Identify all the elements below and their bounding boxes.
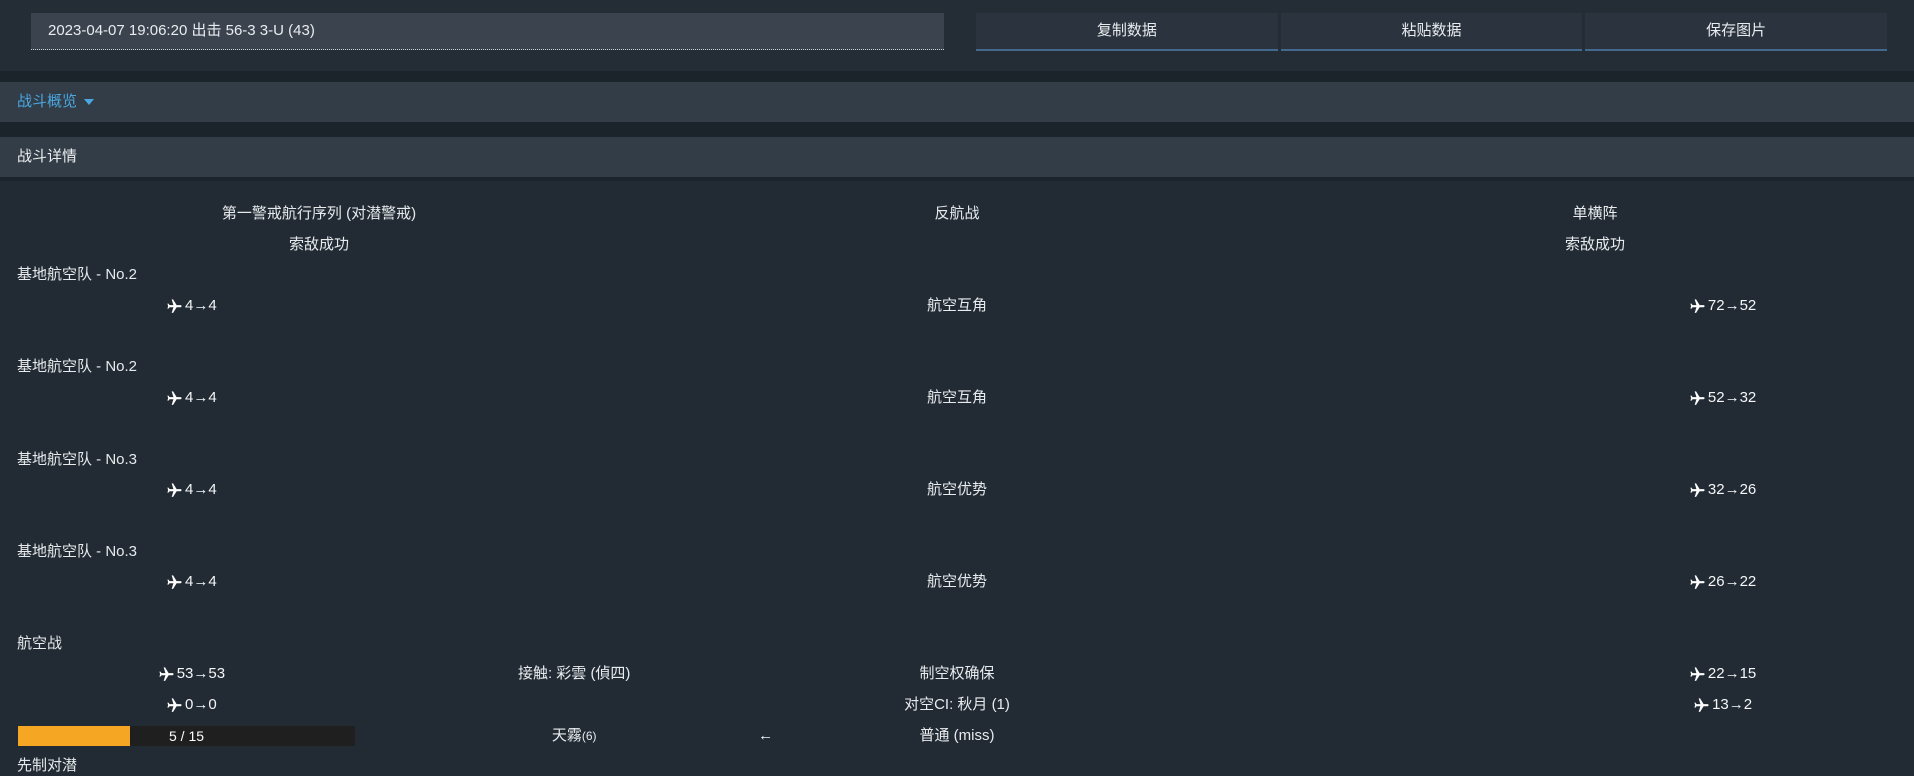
anti-air-ci: 对空CI: 秋月 (1): [904, 696, 1010, 713]
save-image-button[interactable]: 保存图片: [1585, 13, 1888, 51]
phase-title: 基地航空队 - No.3: [17, 450, 138, 468]
phase-row: 53→53 接触: 彩雲 (偵四) 制空权确保 22→15: [0, 659, 1914, 690]
enemy-plane-count: 52→32: [1707, 389, 1757, 407]
friendly-detection: 索敌成功: [288, 235, 349, 253]
plane-icon: [1690, 667, 1705, 682]
plane-icon: [167, 299, 182, 313]
plane-icon: [1690, 299, 1705, 313]
formation-header-row: 第一警戒航行序列 (对潜警戒) 反航战 单横阵: [0, 199, 1914, 230]
paste-data-button[interactable]: 粘贴数据: [1280, 13, 1583, 51]
phase-title: 先制对潜: [17, 757, 78, 775]
plane-icon: [167, 698, 182, 712]
plane-icon: [159, 667, 174, 682]
battle-detail-header: 战斗详情: [0, 137, 1914, 177]
air-battle-result: 航空互角: [926, 389, 987, 407]
copy-data-button[interactable]: 复制数据: [976, 13, 1278, 51]
toolbar: 2023-04-07 19:06:20 出击 56-3 3-U (43) 复制数…: [0, 0, 1914, 71]
phase-title: 基地航空队 - No.3: [17, 542, 138, 560]
enemy-plane-count: 72→52: [1707, 297, 1757, 315]
attack-direction-arrow: ←: [758, 726, 774, 744]
phase-title: 航空战: [17, 634, 63, 652]
plane-icon: [1690, 575, 1705, 589]
friendly-plane-count: 0→0: [185, 696, 217, 713]
enemy-plane-count: 13→2: [1712, 696, 1753, 713]
enemy-plane-count: 32→26: [1707, 481, 1757, 499]
phase-row: 0→0 对空CI: 秋月 (1) 13→2: [0, 690, 1914, 721]
phase-title: 基地航空队 - No.2: [17, 266, 138, 284]
plane-icon: [167, 575, 182, 589]
enemy-formation: 单横阵: [1572, 205, 1618, 222]
phase-row: 4→4 航空互角 72→52: [0, 291, 1914, 322]
target-index: (6): [581, 728, 597, 743]
plane-icon: [167, 391, 182, 405]
toolbar-actions: 复制数据 粘贴数据 保存图片: [976, 13, 1888, 51]
air-battle-result: 航空优势: [926, 481, 987, 499]
plane-icon: [1694, 698, 1709, 712]
battle-overview-label: 战斗概览: [17, 93, 78, 110]
plane-icon: [1690, 391, 1705, 405]
battle-overview-toggle[interactable]: 战斗概览: [0, 82, 1914, 122]
phase-row: 4→4 航空优势 26→22: [0, 567, 1914, 598]
enemy-detection: 索敌成功: [1564, 235, 1625, 253]
hp-bar-label: 5 / 15: [168, 728, 205, 745]
battle-detail-label: 战斗详情: [17, 148, 78, 165]
air-battle-result: 航空优势: [926, 573, 987, 591]
attack-row: 5 / 15 天霧(6) 普通 (miss) ←: [0, 721, 1914, 752]
enemy-plane-count: 26→22: [1707, 573, 1757, 591]
friendly-plane-count: 4→4: [185, 297, 217, 315]
attack-target: 天霧(6): [551, 726, 597, 744]
friendly-plane-count: 4→4: [185, 481, 217, 499]
friendly-plane-count: 4→4: [185, 389, 217, 407]
air-battle-result: 航空互角: [926, 297, 987, 315]
contact-info: 接触: 彩雲 (偵四): [517, 665, 631, 683]
phase-title: 基地航空队 - No.2: [17, 358, 138, 376]
enemy-plane-count: 22→15: [1707, 665, 1757, 683]
friendly-plane-count: 53→53: [176, 665, 226, 683]
plane-icon: [167, 483, 182, 497]
friendly-plane-count: 4→4: [185, 573, 217, 591]
engagement-type: 反航战: [934, 205, 980, 222]
chevron-down-icon: [84, 99, 95, 106]
phase-row: 4→4 航空优势 32→26: [0, 475, 1914, 506]
phase-row: 4→4 航空互角 52→32: [0, 383, 1914, 414]
plane-icon: [1690, 483, 1705, 497]
friendly-formation: 第一警戒航行序列 (对潜警戒): [221, 205, 417, 222]
battle-record-selector[interactable]: 2023-04-07 19:06:20 出击 56-3 3-U (43): [31, 13, 944, 50]
detection-header-row: 索敌成功 索敌成功: [0, 230, 1914, 261]
attack-result: 普通 (miss): [919, 726, 995, 744]
battle-detail-panel: 第一警戒航行序列 (对潜警戒) 反航战 单横阵 索敌成功 索敌成功 基地航空队 …: [0, 181, 1914, 776]
air-supremacy-result: 制空权确保: [919, 665, 995, 683]
hp-bar: 5 / 15: [18, 726, 355, 747]
